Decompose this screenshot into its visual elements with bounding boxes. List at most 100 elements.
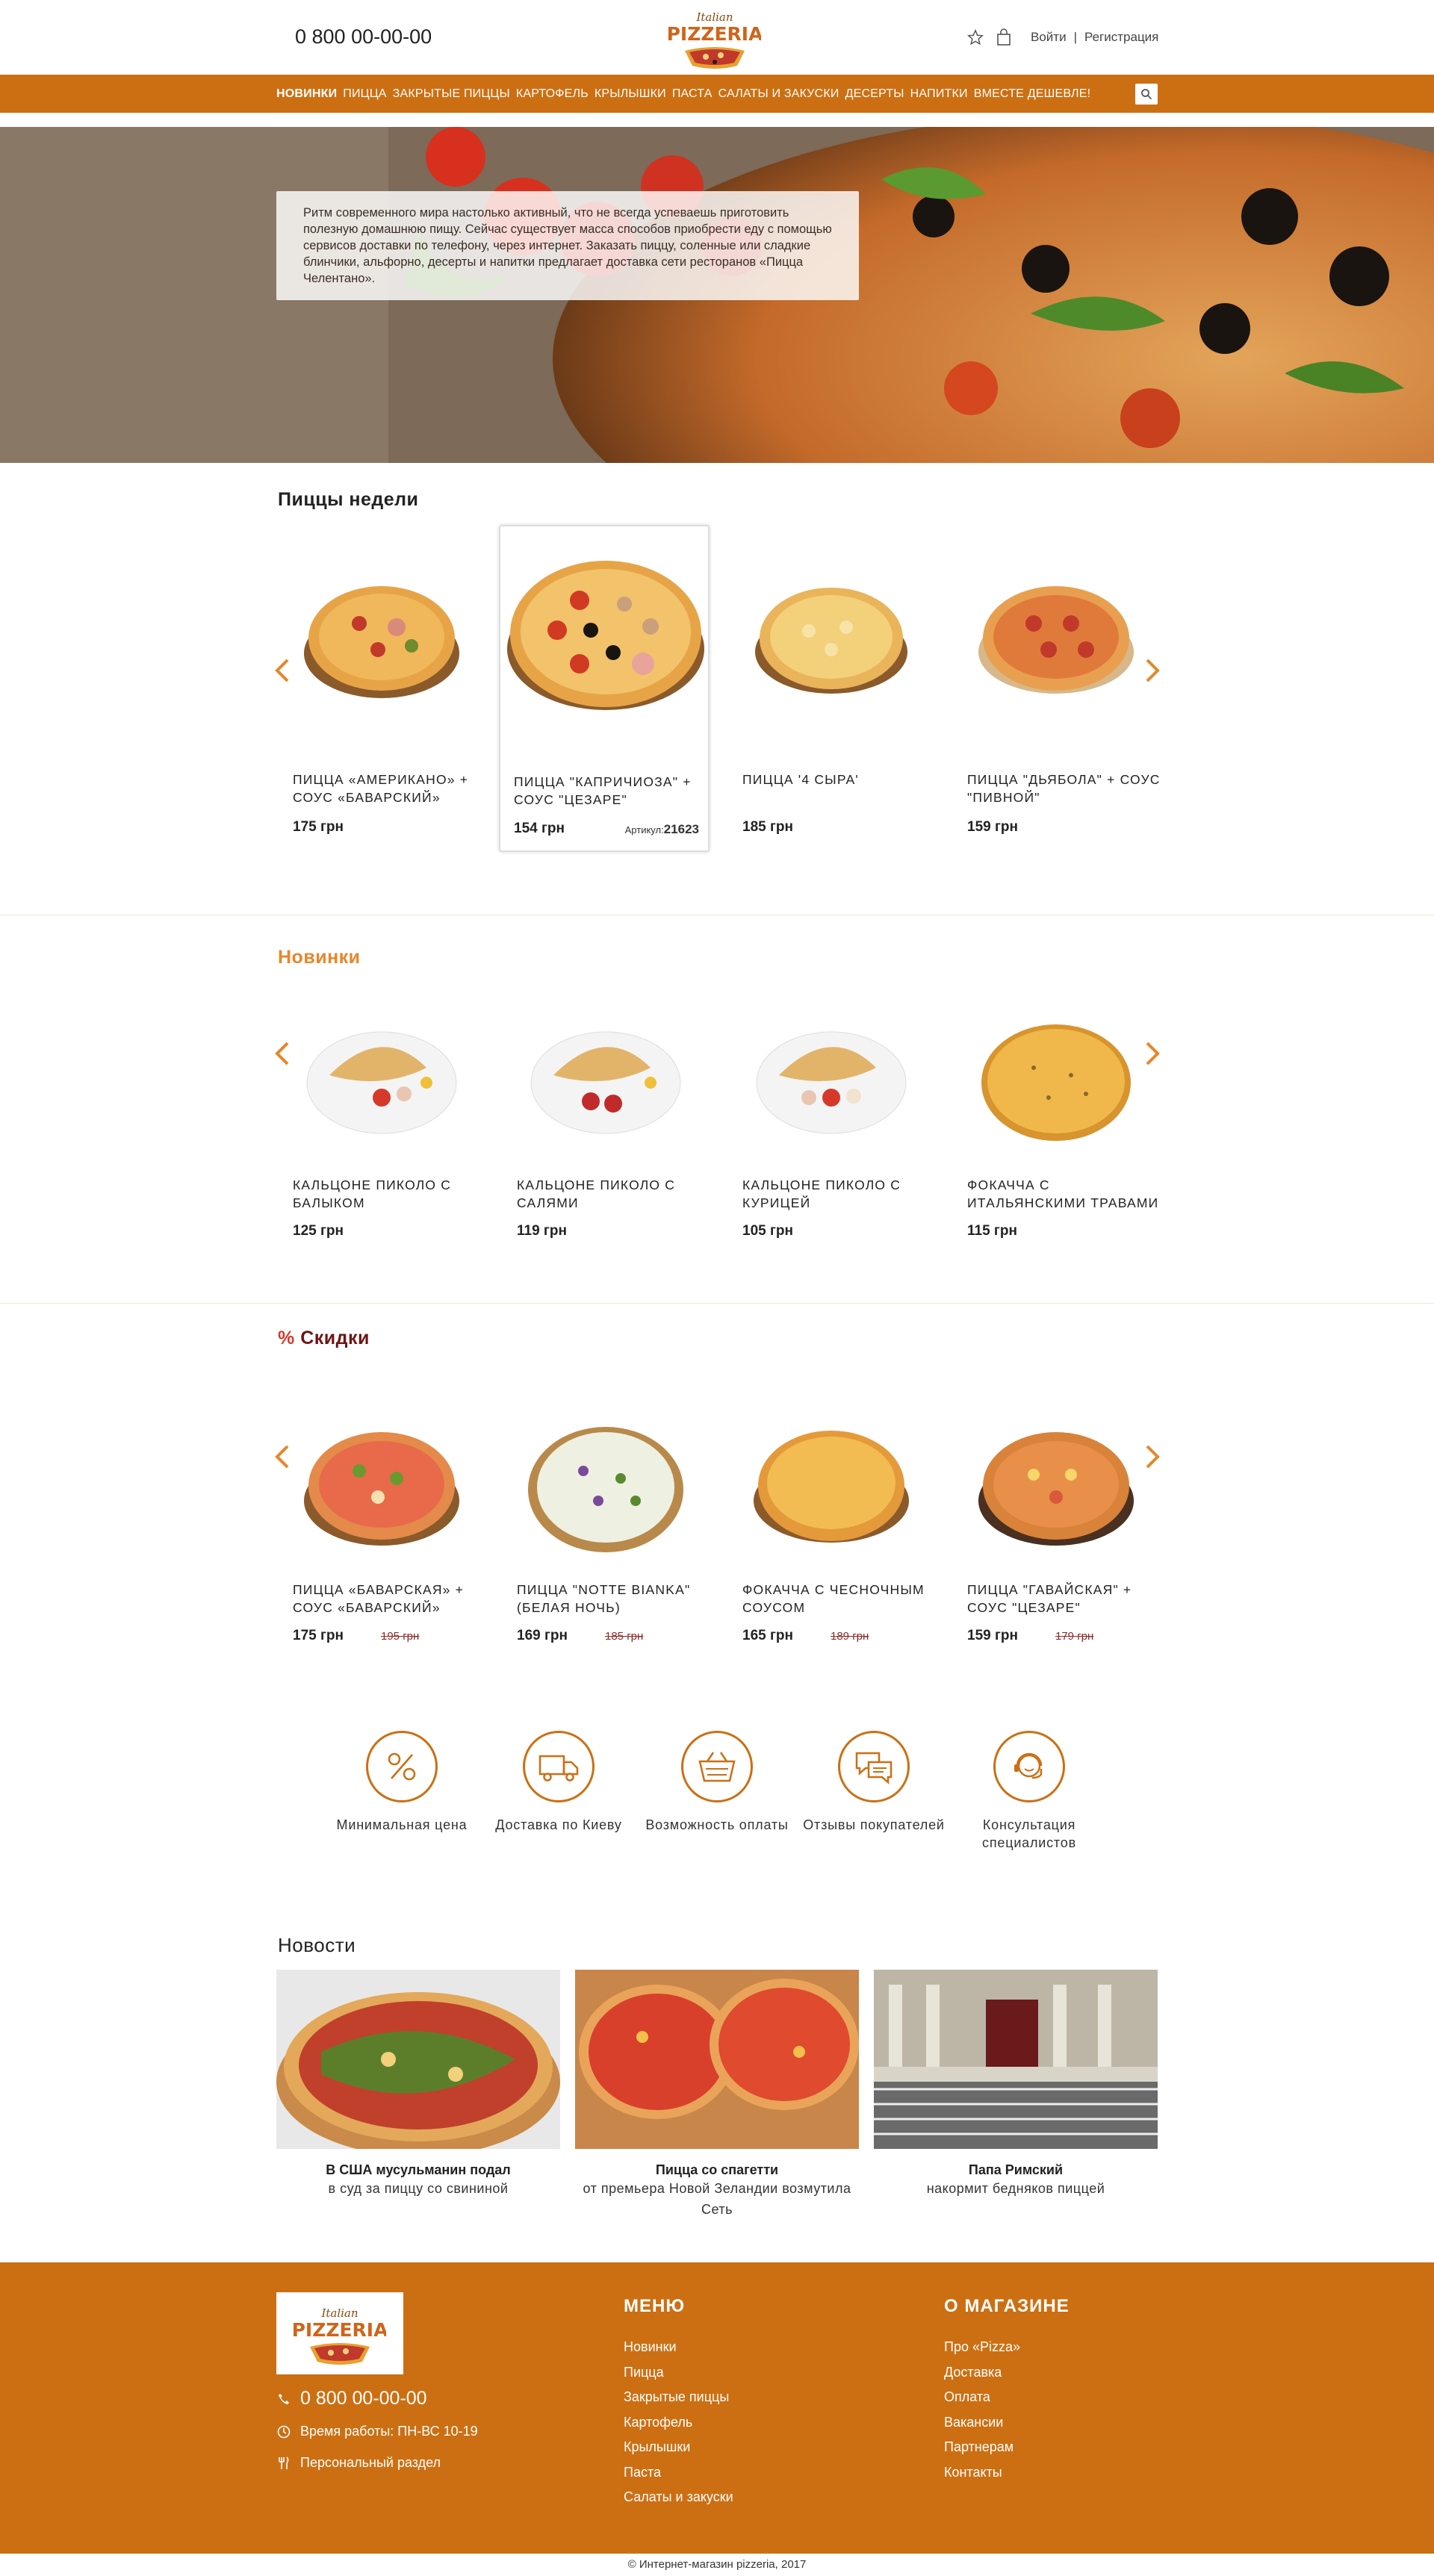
chat-icon: [855, 1752, 893, 1785]
login-link[interactable]: Войти: [1031, 30, 1067, 45]
product-price: 115 грн: [967, 1223, 1017, 1239]
register-link[interactable]: Регистрация: [1084, 30, 1158, 45]
footer-menu-link[interactable]: Крылышки: [624, 2435, 733, 2460]
feature-payment: Возможность оплаты: [642, 1731, 792, 1834]
nav-item-combo[interactable]: ВМЕСТЕ ДЕШЕВЛЕ!: [974, 87, 1091, 101]
phone-icon: [279, 2393, 289, 2404]
footer-about-link[interactable]: Оплата: [944, 2385, 1070, 2410]
news-image: [575, 1970, 859, 2149]
news-title: Новости: [278, 1934, 356, 1956]
nav-item-salads[interactable]: САЛАТЫ И ЗАКУСКИ: [718, 87, 839, 101]
product-name: ФОКАЧЧА С ИТАЛЬЯНСКИМИ ТРАВАМИ: [967, 1177, 1159, 1210]
news-subtitle: накормит бедняков пиццей: [926, 2181, 1105, 2196]
news-item[interactable]: Папа Римский накормит бедняков пиццей: [874, 1970, 1158, 2199]
product-name: ПИЦЦА «БАВАРСКАЯ» + СОУС «БАВАРСКИЙ»: [293, 1582, 465, 1615]
nav-item-pasta[interactable]: ПАСТА: [672, 87, 713, 101]
nav-item-potato[interactable]: КАРТОФЕЛЬ: [516, 87, 589, 101]
feature-label: Консультация специалистов: [982, 1817, 1076, 1850]
hero-description: Ритм современного мира настолько активны…: [276, 191, 859, 300]
basket-icon: [698, 1752, 736, 1782]
footer-menu-link[interactable]: Паста: [624, 2460, 733, 2486]
support-icon: [1014, 1752, 1043, 1779]
footer-menu-link[interactable]: Салаты и закуски: [624, 2485, 733, 2510]
pizza-image: [304, 586, 459, 698]
truck-icon: [538, 1755, 579, 1782]
feature-label: Отзывы покупателей: [803, 1817, 945, 1832]
news-subtitle: в суд за пиццу со свининой: [328, 2181, 509, 2196]
footer-about-title: О МАГАЗИНЕ: [944, 2296, 1070, 2316]
footer-about-link[interactable]: Про «Pizza»: [944, 2335, 1070, 2360]
feature-min-price: Минимальная цена: [327, 1731, 477, 1834]
nav-item-desserts[interactable]: ДЕСЕРТЫ: [845, 87, 904, 101]
product-price: 169 грн: [517, 1628, 568, 1643]
news-item[interactable]: Пицца со спагетти от премьера Новой Зела…: [575, 1970, 859, 2220]
product-price: 159 грн: [967, 819, 1018, 835]
nav-item-new[interactable]: НОВИНКИ: [276, 87, 337, 101]
pizza-image: [507, 561, 704, 710]
footer-phone-number: 0 800 00-00-00: [300, 2388, 427, 2409]
product-name: КАЛЬЦОНЕ ПИКОЛО С КУРИЦЕЙ: [742, 1177, 901, 1210]
svg-text:PIZZERIA: PIZZERIA: [294, 2319, 386, 2341]
new-title: Новинки: [278, 947, 361, 968]
news-image: [276, 1970, 560, 2149]
product-name: КАЛЬЦОНЕ ПИКОЛО С БАЛЫКОМ: [293, 1177, 452, 1210]
product-name: ПИЦЦА "КАПРИЧИОЗА" + СОУС "ЦЕЗАРЕ": [514, 774, 692, 807]
feature-support: Консультация специалистов: [955, 1731, 1104, 1852]
news-subtitle: от премьера Новой Зеландии возмутила Сет…: [583, 2181, 851, 2217]
site-logo[interactable]: Italian PIZZERIA: [667, 4, 763, 70]
percent-mark: %: [278, 1328, 295, 1348]
footer-about-link[interactable]: Вакансии: [944, 2410, 1070, 2436]
calzone-image: [756, 1031, 907, 1134]
percent-icon: [388, 1752, 416, 1781]
old-price: 189 грн: [831, 1630, 869, 1643]
feature-label: Возможность оплаты: [645, 1817, 789, 1832]
product-price: 175 грн: [293, 819, 344, 835]
star-icon[interactable]: [965, 27, 986, 48]
pizza-image: [755, 588, 907, 694]
main-nav: НОВИНКИ ПИЦЦА ЗАКРЫТЫЕ ПИЦЦЫ КАРТОФЕЛЬ К…: [0, 75, 1434, 113]
product-name: ПИЦЦА "ГАВАЙСКАЯ" + СОУС "ЦЕЗАРЕ": [967, 1582, 1132, 1615]
site-header: 0 800 00-00-00 Italian PIZZERIA Войти | …: [0, 0, 1434, 75]
copyright: © Интернет-магазин pizzeria, 2017: [0, 2554, 1434, 2576]
pizza-image: [528, 1427, 683, 1552]
footer-menu-link[interactable]: Закрытые пиццы: [624, 2385, 733, 2410]
sale-title-text: Скидки: [300, 1328, 370, 1348]
feature-label: Минимальная цена: [336, 1817, 468, 1832]
svg-text:Italian: Italian: [695, 10, 733, 24]
search-button[interactable]: [1135, 84, 1158, 105]
footer-menu-link[interactable]: Новинки: [624, 2335, 733, 2360]
weekly-title: Пиццы недели: [278, 489, 419, 510]
article-number: 21623: [663, 822, 699, 836]
product-price: 165 грн: [742, 1628, 793, 1643]
calzone-image: [306, 1031, 457, 1134]
product-price: 125 грн: [293, 1223, 344, 1239]
news-item[interactable]: В США мусульманин подал в суд за пиццу с…: [276, 1970, 560, 2199]
feature-reviews: Отзывы покупателей: [799, 1731, 949, 1834]
header-separator: |: [1073, 30, 1077, 44]
footer-personal[interactable]: Персональный раздел: [276, 2455, 441, 2471]
footer-logo[interactable]: Italian PIZZERIA: [276, 2292, 403, 2374]
pizzeria-logo: Italian PIZZERIA: [294, 2306, 386, 2365]
nav-item-wings[interactable]: КРЫЛЫШКИ: [595, 87, 666, 101]
product-card-hover[interactable]: ПИЦЦА "КАПРИЧИОЗА" + СОУС "ЦЕЗАРЕ" 154 г…: [499, 525, 710, 852]
product-name: ПИЦЦА «АМЕРИКАНО» + СОУС «БАВАРСКИЙ»: [293, 772, 469, 805]
footer-about-link[interactable]: Доставка: [944, 2360, 1070, 2386]
pizza-image: [978, 1432, 1134, 1546]
footer-about-link[interactable]: Партнерам: [944, 2435, 1070, 2460]
clock-icon: [277, 2425, 291, 2438]
nav-item-pizza[interactable]: ПИЦЦА: [343, 87, 386, 101]
bag-icon[interactable]: [993, 27, 1014, 48]
footer-about-link[interactable]: Контакты: [944, 2460, 1070, 2486]
footer-menu-link[interactable]: Картофель: [624, 2410, 733, 2436]
pizza-image: [304, 1432, 459, 1546]
old-price: 185 грн: [605, 1630, 644, 1643]
news-headline: В США мусульманин подал: [326, 2162, 511, 2177]
footer-menu-link[interactable]: Пицца: [624, 2360, 733, 2386]
nav-item-closed-pizza[interactable]: ЗАКРЫТЫЕ ПИЦЦЫ: [393, 87, 510, 101]
product-price: 105 грн: [742, 1223, 793, 1239]
header-phone[interactable]: 0 800 00-00-00: [295, 25, 432, 49]
footer-phone[interactable]: 0 800 00-00-00: [276, 2388, 427, 2409]
svg-text:Italian: Italian: [320, 2306, 358, 2320]
product-price: 119 грн: [517, 1223, 567, 1239]
nav-item-drinks[interactable]: НАПИТКИ: [910, 87, 968, 101]
